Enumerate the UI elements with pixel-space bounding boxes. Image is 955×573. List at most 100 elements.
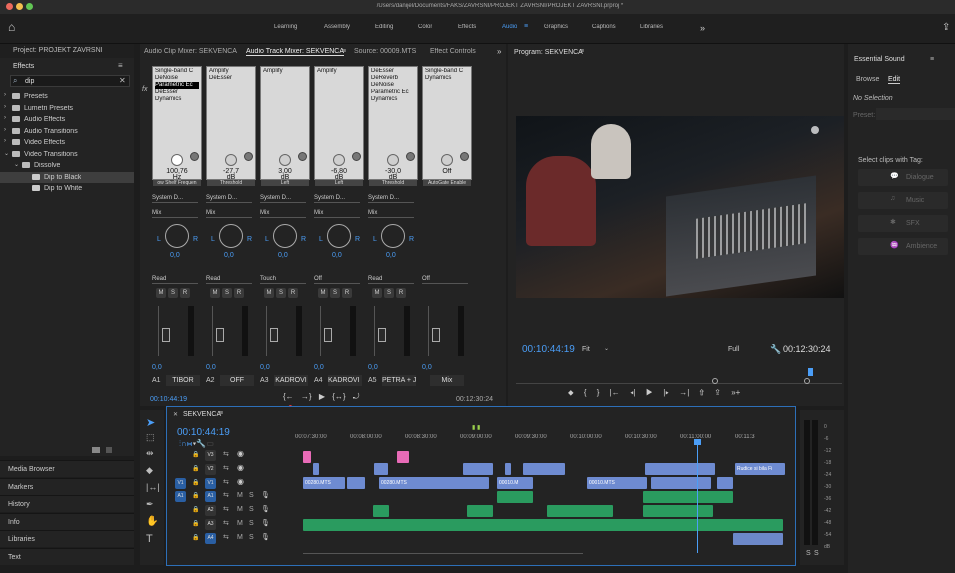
volume-fader[interactable] (378, 328, 386, 342)
solo-left-button[interactable]: S (806, 550, 811, 557)
track-name-field[interactable]: KADROVI (274, 375, 308, 386)
play-icon[interactable]: ▶ (319, 392, 325, 401)
effect-slot[interactable]: Parametric Ec (371, 89, 415, 96)
slip-tool-icon[interactable]: |↔| (146, 482, 160, 492)
video-clip[interactable] (523, 463, 565, 475)
audio-clip[interactable] (467, 505, 493, 517)
video-clip[interactable]: 00280.MTS (303, 477, 345, 489)
audio-clip[interactable] (717, 491, 733, 503)
lock-icon[interactable]: 🔒 (192, 465, 199, 472)
eye-icon[interactable]: ◉ (237, 477, 244, 486)
solo-button[interactable]: S (249, 492, 254, 499)
loop-toggle-icon[interactable]: ⤾ (353, 392, 360, 401)
track-r-button[interactable]: R (234, 288, 244, 298)
chevron-right-icon[interactable]: › (4, 115, 6, 121)
effect-param-name[interactable]: Threshold (369, 180, 417, 186)
effect-slot[interactable]: DeEsser (371, 68, 415, 75)
track-s-button[interactable]: S (276, 288, 286, 298)
send-assignment[interactable]: System D... (314, 193, 360, 203)
effects-tree-item[interactable]: › Video Effects (0, 137, 134, 148)
automation-mode[interactable]: Read (206, 274, 252, 284)
panel-info[interactable]: Info (0, 512, 134, 530)
effects-tree-item[interactable]: ⌄ Dissolve (0, 160, 134, 171)
track-m-button[interactable]: M (156, 288, 166, 298)
microphone-icon[interactable]: 🎙 (261, 533, 270, 541)
effects-tree-item[interactable]: › Presets (0, 91, 134, 102)
essential-sound-title[interactable]: Essential Sound (854, 53, 905, 67)
video-clip[interactable] (505, 463, 511, 475)
workspace-tab-assembly[interactable]: Assembly (324, 24, 350, 30)
effect-param-name[interactable]: Left (315, 180, 363, 186)
volume-fader[interactable] (162, 328, 170, 342)
effect-param-knob[interactable] (333, 154, 345, 166)
playhead-handle[interactable] (694, 439, 701, 445)
chevron-right-icon[interactable]: › (4, 104, 6, 110)
automation-mode[interactable]: Read (368, 274, 414, 284)
video-clip[interactable] (303, 451, 311, 463)
workspace-tab-libraries[interactable]: Libraries (640, 24, 663, 30)
more-buttons-icon[interactable]: »+ (731, 388, 740, 397)
panel-history[interactable]: History (0, 495, 134, 513)
track-select-tool-icon[interactable]: ⬚ (146, 432, 155, 443)
program-timecode[interactable]: 00:10:44:19 (522, 344, 575, 355)
volume-fader[interactable] (270, 328, 278, 342)
send-mix[interactable]: Mix (260, 208, 306, 218)
effects-tree-item[interactable]: › Lumetri Presets (0, 103, 134, 114)
lock-icon[interactable]: 🔒 (192, 479, 199, 486)
solo-button[interactable]: S (249, 520, 254, 527)
video-clip[interactable] (397, 451, 409, 463)
audio-clip[interactable] (373, 505, 389, 517)
chevron-down-icon[interactable]: ⌄ (14, 161, 19, 168)
ripple-edit-tool-icon[interactable]: ⇹ (146, 448, 154, 459)
panel-menu-icon[interactable]: ≡ (580, 48, 584, 55)
timeline-scrollbar[interactable] (303, 553, 583, 559)
effect-slot[interactable]: Parametric Ec (155, 82, 199, 89)
panel-markers[interactable]: Markers (0, 477, 134, 495)
workspace-tab-editing[interactable]: Editing (375, 24, 393, 30)
track-m-button[interactable]: M (210, 288, 220, 298)
track-r-button[interactable]: R (342, 288, 352, 298)
effect-slot[interactable]: Dynamics (425, 75, 469, 82)
mute-button[interactable]: M (237, 534, 243, 541)
automation-mode[interactable]: Off (314, 274, 360, 284)
track-target[interactable]: V3 (205, 450, 216, 461)
eye-icon[interactable]: ◉ (237, 449, 244, 458)
volume-fader[interactable] (324, 328, 332, 342)
send-assignment[interactable]: System D... (152, 193, 198, 203)
workspace-tab-color[interactable]: Color (418, 24, 432, 30)
clear-search-icon[interactable]: ✕ (119, 76, 126, 85)
zoom-handle-left[interactable] (712, 378, 718, 384)
panel-menu-icon[interactable]: ≡ (118, 61, 123, 70)
hand-tool-icon[interactable]: ✋ (146, 516, 158, 527)
track-target[interactable]: V2 (205, 463, 216, 475)
go-to-out-icon[interactable]: →| (679, 388, 689, 397)
send-assignment[interactable]: System D... (368, 193, 414, 203)
sync-lock-icon[interactable]: ⇆ (223, 450, 229, 458)
mark-out-icon[interactable]: } (597, 388, 600, 397)
tab-browse[interactable]: Browse (856, 76, 879, 83)
workspace-tab-effects[interactable]: Effects (458, 24, 476, 30)
video-clip[interactable] (374, 463, 388, 475)
audio-clip[interactable] (643, 491, 723, 503)
timeline-timecode[interactable]: 00:10:44:19 (177, 427, 230, 438)
mute-button[interactable]: M (237, 506, 243, 513)
effects-tree-item[interactable]: Dip to Black (0, 171, 134, 183)
go-to-in-icon[interactable]: |← (610, 388, 620, 397)
panel-menu-icon[interactable]: ≡ (930, 56, 934, 63)
zoom-select[interactable]: Fit (582, 346, 590, 353)
effect-slot[interactable]: DeNoise (371, 82, 415, 89)
pan-knob[interactable] (273, 224, 297, 248)
track-m-button[interactable]: M (318, 288, 328, 298)
wrench-icon[interactable]: 🔧 (770, 344, 781, 355)
effect-param-knob[interactable] (225, 154, 237, 166)
mixer-tab[interactable]: Source: 00009.MTS (354, 48, 416, 55)
sync-lock-icon[interactable]: ⇆ (223, 464, 229, 472)
zoom-window-button[interactable] (26, 3, 33, 10)
timeline-tab[interactable]: SEKVENCA (183, 411, 221, 418)
tag-music-button[interactable]: ♫ Music (858, 192, 948, 209)
sync-lock-icon[interactable]: ⇆ (223, 533, 229, 541)
workspace-overflow-button[interactable]: » (700, 23, 705, 33)
mixer-tab[interactable]: Effect Controls (430, 48, 476, 55)
volume-fader[interactable] (216, 328, 224, 342)
go-to-out-icon[interactable]: →} (301, 392, 312, 401)
